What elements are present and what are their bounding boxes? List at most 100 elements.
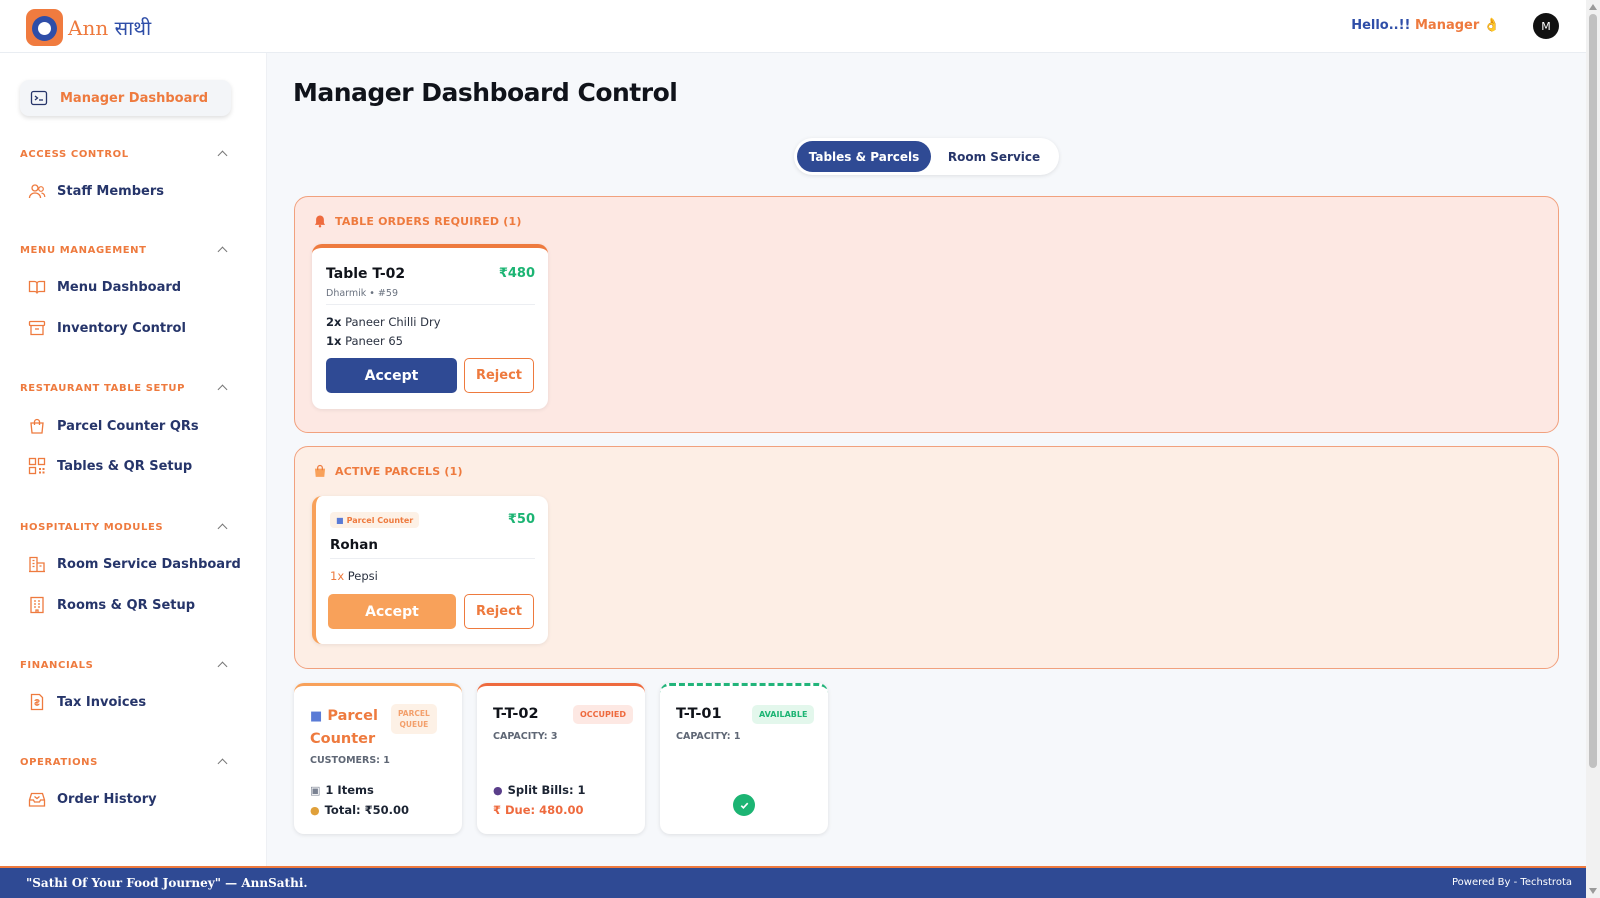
table-title: T-T-01: [676, 706, 722, 722]
chevron-up-icon: [217, 523, 228, 534]
qr-code-icon: [28, 457, 46, 475]
sidebar-item-manager-dashboard[interactable]: Manager Dashboard: [20, 80, 231, 116]
footer-tagline: "Sathi Of Your Food Journey" — AnnSathi.: [26, 876, 308, 890]
top-header: Ann साथी Hello..!! Manager 👌 M: [0, 0, 1586, 53]
reject-order-button[interactable]: Reject: [464, 358, 534, 393]
sidebar-item-tables-qr-setup[interactable]: Tables & QR Setup: [28, 454, 192, 478]
parcel-counter-card[interactable]: ■ Parcel Counter PARCEL QUEUE CUSTOMERS:…: [294, 683, 462, 834]
greeting-prefix: Hello..!!: [1351, 18, 1411, 33]
sidebar-item-rooms-qr-setup[interactable]: Rooms & QR Setup: [28, 593, 195, 617]
greeting: Hello..!! Manager 👌: [1351, 18, 1500, 33]
items-count: ▣ 1 Items: [310, 783, 374, 797]
sidebar-item-label: Parcel Counter QRs: [57, 418, 199, 434]
page-scrollbar[interactable]: [1586, 0, 1600, 898]
sidebar-item-label: Rooms & QR Setup: [57, 597, 196, 613]
split-bills: ● Split Bills: 1: [493, 783, 586, 797]
sidebar-item-inventory-control[interactable]: Inventory Control: [28, 316, 186, 340]
order-card: Table T-02 ₹480 Dharmik • #59 2x Paneer …: [312, 244, 548, 409]
customers-count: CUSTOMERS: 1: [310, 755, 390, 766]
section-access-control[interactable]: ACCESS CONTROL: [20, 147, 230, 161]
panel-header: ACTIVE PARCELS (1): [313, 464, 463, 478]
table-capacity: CAPACITY: 1: [676, 731, 741, 742]
status-badge: AVAILABLE: [752, 705, 815, 724]
avatar[interactable]: M: [1533, 13, 1559, 39]
chevron-up-icon: [217, 661, 228, 672]
parcel-card: ■ Parcel Counter ₹50 Rohan 1x Pepsi Acce…: [312, 496, 548, 644]
table-capacity: CAPACITY: 3: [493, 731, 558, 742]
accept-parcel-button[interactable]: Accept: [328, 594, 456, 629]
divider: [326, 304, 535, 305]
section-title: MENU MANAGEMENT: [20, 244, 147, 256]
table-card-t-t-02[interactable]: T-T-02 OCCUPIED CAPACITY: 3 ● Split Bill…: [477, 683, 645, 834]
shopping-bag-icon: [28, 417, 46, 435]
scroll-down-icon[interactable]: [1589, 888, 1597, 894]
footer-powered-by[interactable]: Powered By - Techstrota: [1452, 877, 1572, 888]
sidebar-item-staff-members[interactable]: Staff Members: [28, 179, 164, 203]
badge-label: Parcel Counter: [346, 515, 414, 525]
title-line-1: Parcel: [327, 708, 378, 724]
table-title: T-T-02: [493, 706, 539, 722]
sidebar-item-tax-invoices[interactable]: Tax Invoices: [28, 690, 146, 714]
section-title: HOSPITALITY MODULES: [20, 521, 164, 533]
panel-title: TABLE ORDERS REQUIRED (1): [335, 214, 522, 228]
table-card-t-t-01[interactable]: T-T-01 AVAILABLE CAPACITY: 1: [660, 683, 828, 834]
section-title: FINANCIALS: [20, 659, 94, 671]
logo-ann: Ann: [68, 16, 109, 40]
sidebar-item-label: Staff Members: [57, 183, 164, 199]
table-orders-panel: TABLE ORDERS REQUIRED (1) Table T-02 ₹48…: [294, 196, 1559, 433]
item-qty: 1x: [326, 334, 342, 348]
hotel-building-icon: [28, 555, 46, 573]
divider: [330, 558, 535, 559]
footer: "Sathi Of Your Food Journey" — AnnSathi.…: [0, 866, 1586, 898]
cart-icon: ▣: [310, 783, 321, 797]
user-icon: ●: [493, 783, 503, 797]
order-line-item: 2x Paneer Chilli Dry: [326, 315, 441, 329]
scroll-up-icon[interactable]: [1589, 4, 1597, 10]
section-financials[interactable]: FINANCIALS: [20, 658, 230, 672]
sidebar-item-menu-dashboard[interactable]: Menu Dashboard: [28, 275, 181, 299]
order-table-name: Table T-02: [326, 266, 406, 282]
panel-header: TABLE ORDERS REQUIRED (1): [313, 214, 522, 228]
app-logo[interactable]: Ann साथी: [26, 9, 151, 46]
page-title: Manager Dashboard Control: [293, 78, 678, 107]
section-title: RESTAURANT TABLE SETUP: [20, 382, 186, 394]
order-price: ₹480: [498, 266, 535, 281]
sidebar-item-label: Inventory Control: [57, 320, 186, 336]
check-circle-icon: [733, 794, 755, 816]
history-tray-icon: [28, 790, 46, 808]
logo-text: Ann साथी: [68, 14, 151, 41]
accept-order-button[interactable]: Accept: [326, 358, 457, 393]
scrollbar-thumb[interactable]: [1589, 14, 1597, 768]
sidebar-item-label: Tax Invoices: [57, 694, 147, 710]
amount-due: ₹ Due: 480.00: [493, 803, 584, 817]
parcel-counter-title: ■ Parcel Counter: [310, 705, 378, 750]
logo-sathi: साथी: [114, 16, 152, 40]
section-title: ACCESS CONTROL: [20, 148, 129, 160]
sidebar-item-order-history[interactable]: Order History: [28, 787, 157, 811]
status-badge: OCCUPIED: [573, 705, 633, 724]
sidebar-item-room-service-dashboard[interactable]: Room Service Dashboard: [28, 552, 241, 576]
split-bills-text: Split Bills: 1: [507, 783, 586, 797]
building-icon: [28, 596, 46, 614]
parcel-counter-badge: ■ Parcel Counter: [330, 512, 420, 528]
section-operations[interactable]: OPERATIONS: [20, 755, 230, 769]
section-menu-management[interactable]: MENU MANAGEMENT: [20, 243, 230, 257]
tab-tables-parcels[interactable]: Tables & Parcels: [797, 141, 931, 172]
archive-box-icon: [28, 319, 46, 337]
reject-parcel-button[interactable]: Reject: [464, 594, 534, 629]
sidebar: Manager Dashboard ACCESS CONTROL Staff M…: [0, 53, 267, 866]
money-bag-icon: ●: [310, 803, 320, 817]
section-restaurant-table-setup[interactable]: RESTAURANT TABLE SETUP: [20, 381, 230, 395]
invoice-icon: [28, 693, 46, 711]
item-qty: 2x: [326, 315, 342, 329]
sidebar-item-parcel-counter-qrs[interactable]: Parcel Counter QRs: [28, 414, 199, 438]
logo-icon: [26, 9, 63, 46]
book-open-icon: [28, 278, 46, 296]
bell-icon: [313, 214, 327, 228]
tab-room-service[interactable]: Room Service: [932, 141, 1056, 172]
total-amount: ● Total: ₹50.00: [310, 803, 409, 817]
section-hospitality-modules[interactable]: HOSPITALITY MODULES: [20, 520, 230, 534]
view-tabs: Tables & Parcels Room Service: [794, 138, 1059, 175]
badge-line-1: PARCEL: [398, 709, 430, 718]
users-icon: [28, 182, 46, 200]
